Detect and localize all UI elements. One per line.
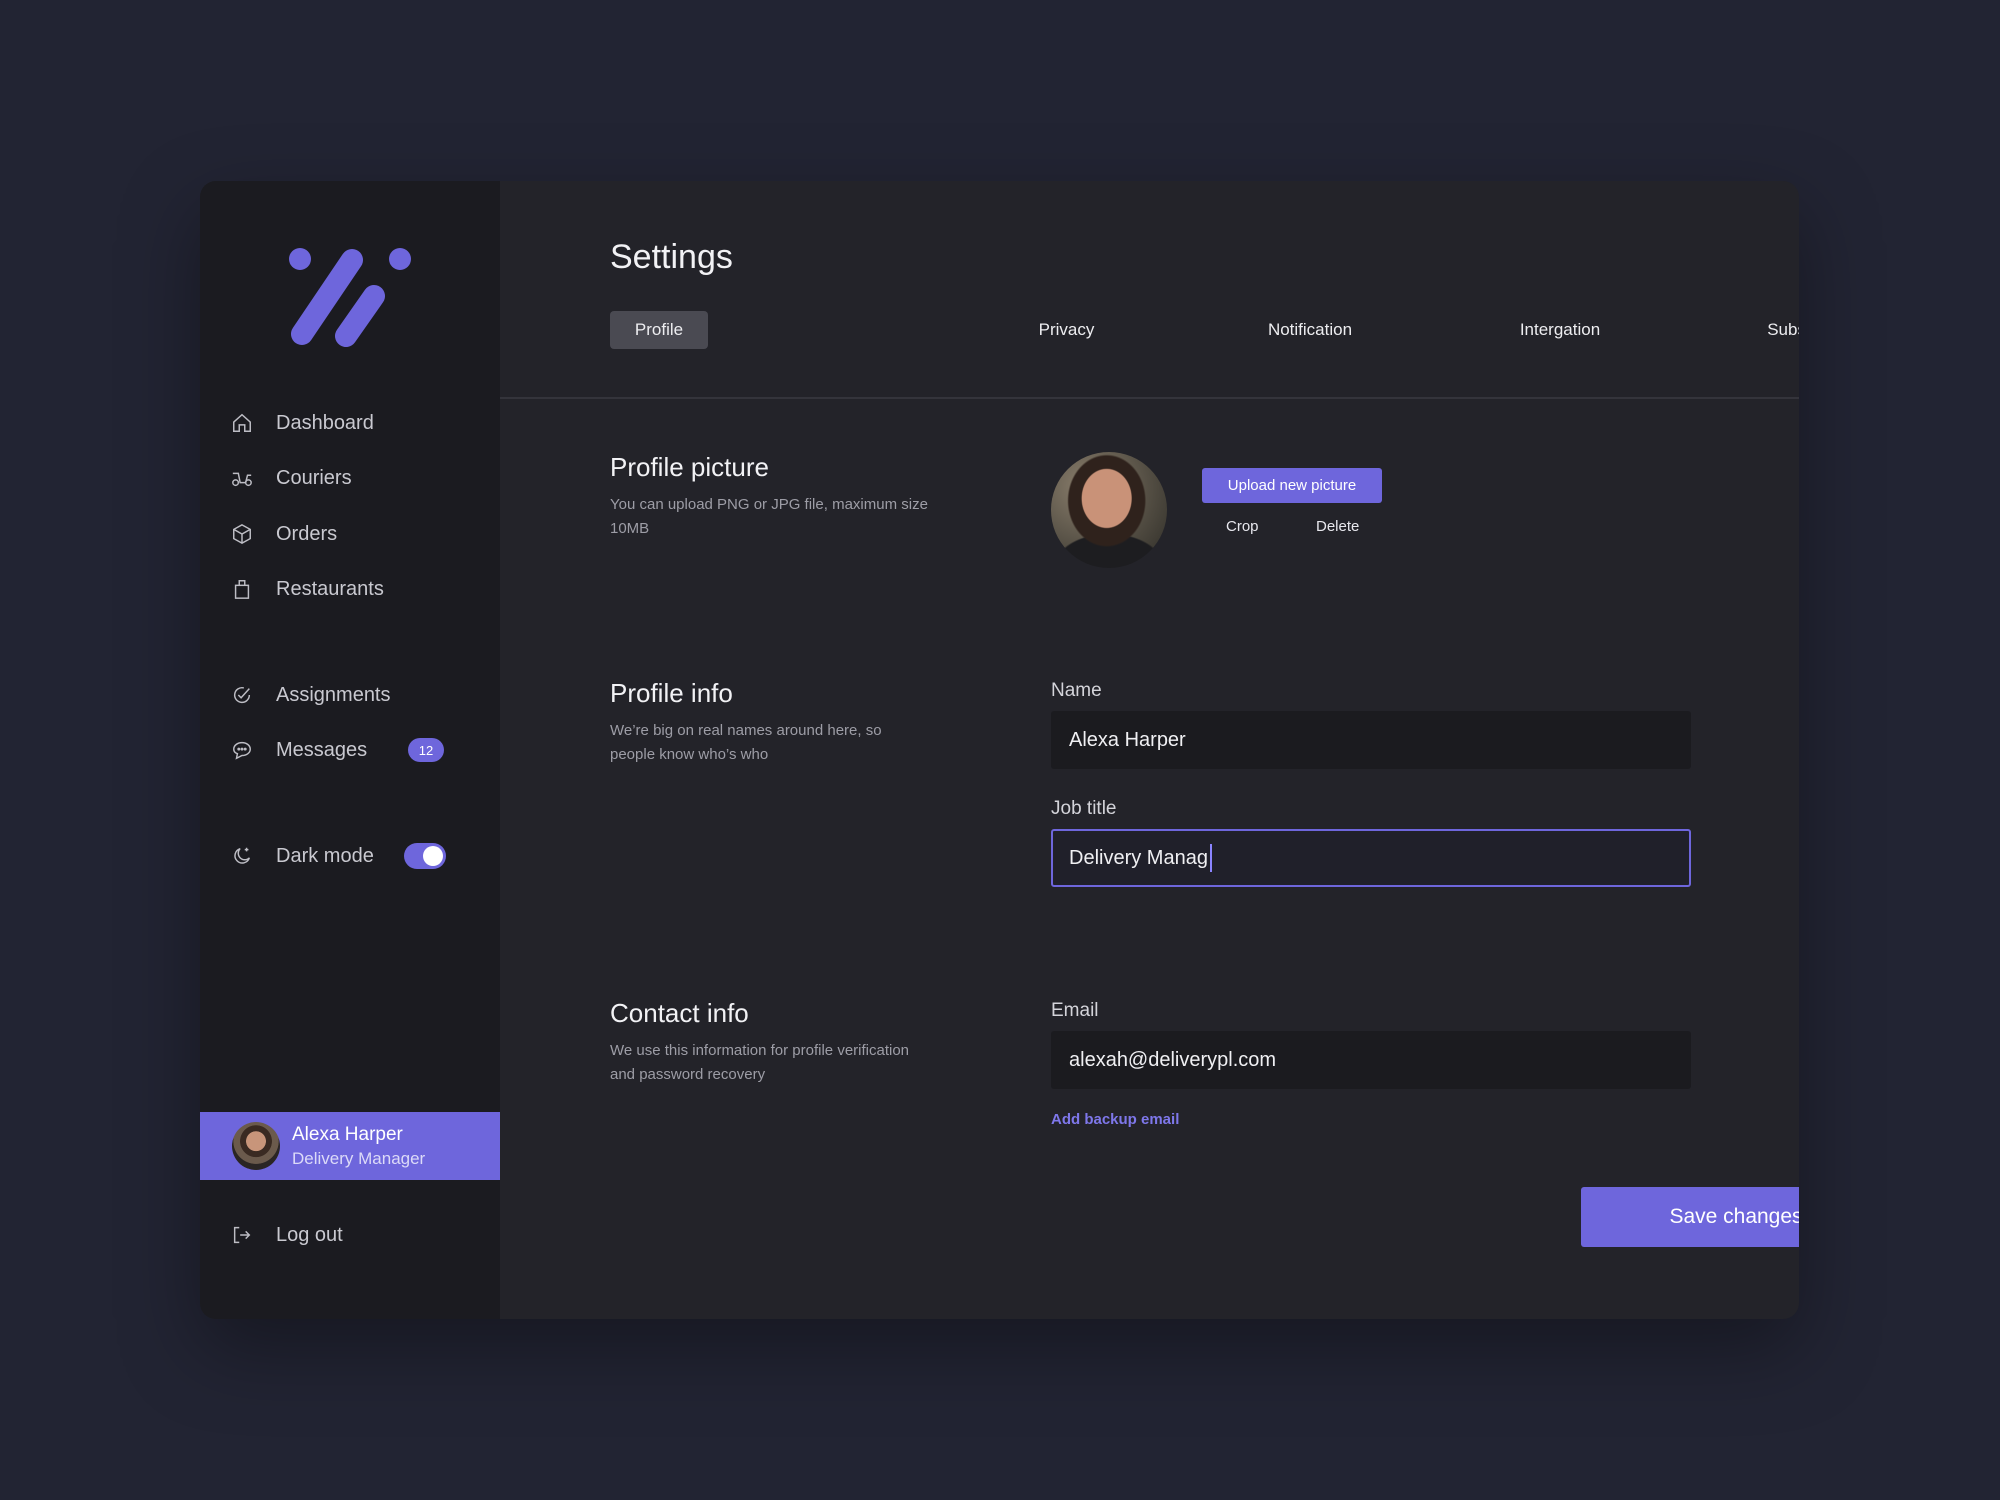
sidebar-item-label: Orders xyxy=(276,522,338,545)
email-label: Email xyxy=(1051,1000,1099,1021)
settings-main: Settings Profile Privacy Notification In… xyxy=(500,181,1799,1319)
tab-subscription[interactable]: Subscription xyxy=(1754,311,1799,349)
logout-button[interactable]: Log out xyxy=(230,1215,470,1255)
profile-picture-avatar xyxy=(1051,452,1167,568)
sidebar-item-dashboard[interactable]: Dashboard xyxy=(230,403,470,443)
sidebar-item-couriers[interactable]: Couriers xyxy=(230,458,470,498)
name-value: Alexa Harper xyxy=(1069,728,1186,751)
scooter-icon xyxy=(230,466,254,490)
check-circle-icon xyxy=(230,683,254,707)
moon-icon xyxy=(230,844,254,868)
job-title-label: Job title xyxy=(1051,798,1117,819)
chat-icon xyxy=(230,738,254,762)
dark-mode-row: Dark mode xyxy=(230,836,470,876)
messages-count-badge: 12 xyxy=(408,738,444,762)
job-title-field[interactable]: Delivery Manag xyxy=(1051,829,1691,887)
sidebar-item-restaurants[interactable]: Restaurants xyxy=(230,569,470,609)
tab-profile[interactable]: Profile xyxy=(610,311,708,349)
email-field[interactable]: alexah@deliverypl.com xyxy=(1051,1031,1691,1089)
user-role: Delivery Manager xyxy=(292,1148,426,1168)
sidebar-item-orders[interactable]: Orders xyxy=(230,514,470,554)
profile-info-description: We’re big on real names around here, so … xyxy=(610,722,882,763)
sidebar-item-label: Dashboard xyxy=(276,411,374,434)
profile-picture-description: You can upload PNG or JPG file, maximum … xyxy=(610,496,928,537)
page-title: Settings xyxy=(610,238,733,276)
tab-privacy[interactable]: Privacy xyxy=(1020,311,1113,349)
sidebar-item-label: Restaurants xyxy=(276,577,384,600)
logout-icon xyxy=(230,1223,254,1247)
user-info: Alexa Harper Delivery Manager xyxy=(292,1124,425,1169)
name-field[interactable]: Alexa Harper xyxy=(1051,711,1691,769)
sidebar-item-messages[interactable]: Messages 12 xyxy=(230,730,470,770)
home-icon xyxy=(230,411,254,435)
add-backup-email-link[interactable]: Add backup email xyxy=(1051,1111,1179,1128)
user-name: Alexa Harper xyxy=(292,1123,403,1145)
bag-icon xyxy=(230,577,254,601)
dark-mode-label: Dark mode xyxy=(276,844,374,867)
toggle-knob xyxy=(423,846,443,866)
name-label: Name xyxy=(1051,680,1102,701)
sidebar: Dashboard Couriers Orders Restaurants As… xyxy=(200,181,500,1319)
text-caret xyxy=(1209,844,1212,872)
profile-info-title: Profile info xyxy=(610,678,733,708)
avatar xyxy=(232,1122,280,1170)
upload-picture-button[interactable]: Upload new picture xyxy=(1202,468,1382,503)
logo-icon xyxy=(289,248,411,347)
sidebar-item-label: Messages xyxy=(276,738,368,761)
dark-mode-toggle[interactable] xyxy=(404,843,446,869)
logout-label: Log out xyxy=(276,1223,343,1246)
email-value: alexah@deliverypl.com xyxy=(1069,1048,1277,1071)
tab-notification[interactable]: Notification xyxy=(1250,311,1370,349)
tab-integration[interactable]: Intergation xyxy=(1500,311,1620,349)
contact-info-title: Contact info xyxy=(610,998,749,1028)
profile-picture-title: Profile picture xyxy=(610,452,769,482)
contact-info-description: We use this information for profile veri… xyxy=(610,1042,910,1083)
user-profile-card[interactable]: Alexa Harper Delivery Manager xyxy=(200,1112,500,1180)
sidebar-item-label: Couriers xyxy=(276,466,352,489)
crop-button[interactable]: Crop xyxy=(1226,518,1259,535)
delete-button[interactable]: Delete xyxy=(1316,518,1359,535)
box-icon xyxy=(230,522,254,546)
settings-window: Dashboard Couriers Orders Restaurants As… xyxy=(200,181,1799,1319)
save-changes-button[interactable]: Save changes xyxy=(1581,1187,1799,1247)
sidebar-item-assignments[interactable]: Assignments xyxy=(230,675,470,715)
header-divider xyxy=(500,397,1799,399)
job-title-value: Delivery Manag xyxy=(1069,846,1208,869)
sidebar-item-label: Assignments xyxy=(276,683,391,706)
